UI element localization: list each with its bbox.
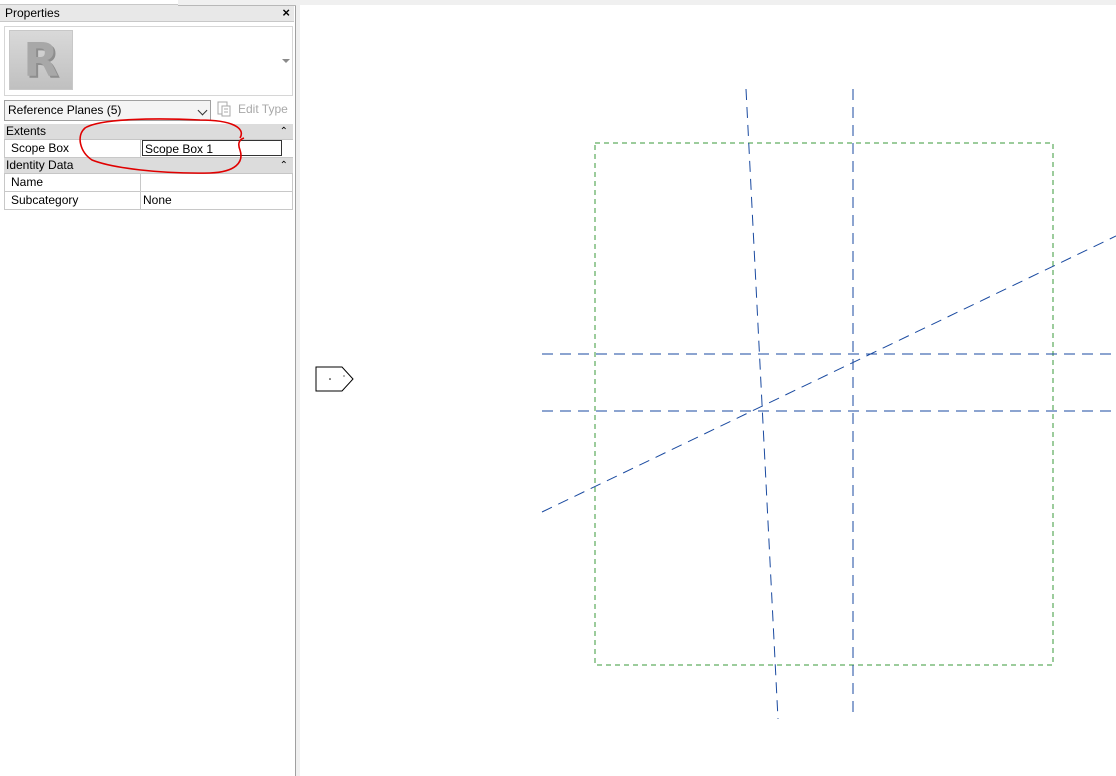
drawing-svg	[315, 88, 1116, 720]
properties-palette: Properties × R Reference Planes (5) Edit…	[0, 0, 296, 776]
reference-plane-vertical-slanted[interactable]	[745, 88, 779, 720]
scope-box[interactable]	[594, 142, 1054, 666]
drawing-canvas[interactable]	[296, 5, 1116, 776]
elevation-marker-icon[interactable]	[315, 366, 354, 392]
reference-plane-diagonal[interactable]	[541, 235, 1116, 513]
annotation-circle	[79, 118, 245, 174]
